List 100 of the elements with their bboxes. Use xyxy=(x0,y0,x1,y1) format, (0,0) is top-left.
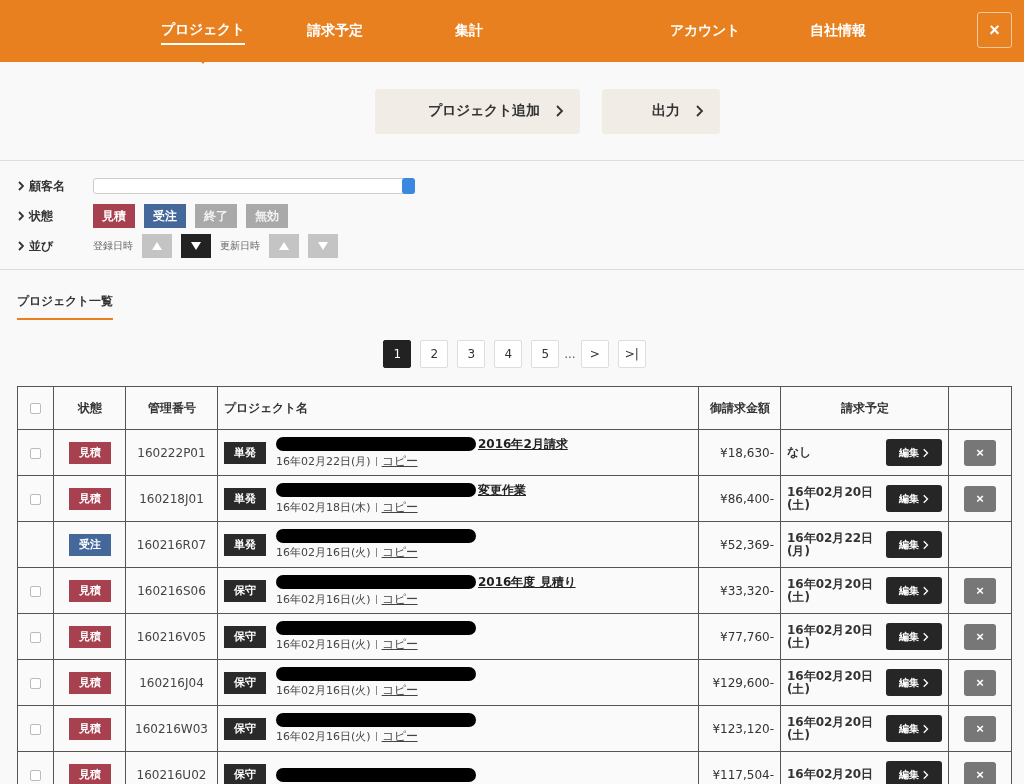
copy-link[interactable]: コピー xyxy=(381,728,418,745)
billing-date: 16年02月20日(土) xyxy=(787,669,875,696)
date-text: 16年02月16日(火) xyxy=(276,637,371,652)
delete-button[interactable]: × xyxy=(964,761,996,784)
chevron-icon xyxy=(923,769,929,780)
action-button[interactable]: プロジェクト追加 xyxy=(374,88,580,134)
table-cell: 160222P01 xyxy=(137,445,206,460)
chevron-icon xyxy=(18,181,24,191)
page-button[interactable]: 4 xyxy=(494,340,523,368)
table-cell: ¥86,400- xyxy=(720,491,774,506)
column-header: 管理番号 xyxy=(147,400,196,415)
date-text: 16年02月16日(火) xyxy=(276,545,371,560)
type-badge: 単発 xyxy=(224,487,266,510)
chevron-icon xyxy=(18,211,24,221)
billing-date: 16年02月22日(月) xyxy=(787,531,875,558)
billing-date: 16年02月20日(土) xyxy=(787,577,875,604)
row-checkbox[interactable] xyxy=(30,769,41,781)
table-cell: ¥123,120- xyxy=(712,721,774,736)
status-badge: 見積 xyxy=(68,579,111,602)
delete-button[interactable]: × xyxy=(964,485,996,512)
copy-link[interactable]: コピー xyxy=(381,682,418,699)
edit-button[interactable]: 編集 xyxy=(886,623,942,650)
chevron-icon xyxy=(923,539,929,550)
status-badge: 見積 xyxy=(68,763,111,784)
triangle-up-icon xyxy=(279,242,289,250)
project-link[interactable]: 2016年度 見積り xyxy=(478,573,576,591)
table-cell: 160216U02 xyxy=(136,767,207,782)
copy-link[interactable]: コピー xyxy=(381,452,418,470)
delete-button[interactable]: × xyxy=(964,439,996,466)
column-header: 御請求金額 xyxy=(709,400,770,415)
date-text: 16年02月16日(火) xyxy=(276,683,371,698)
row-checkbox[interactable] xyxy=(30,585,41,597)
next-page-button[interactable]: > xyxy=(580,340,609,368)
billing-date: 16年02月20日(土) xyxy=(787,485,875,512)
row-checkbox[interactable] xyxy=(30,723,41,735)
edit-button[interactable]: 編集 xyxy=(886,577,942,604)
status-badge: 受注 xyxy=(68,533,111,556)
type-badge: 保守 xyxy=(224,717,266,740)
date-text: 16年02月16日(火) xyxy=(276,729,371,744)
table-cell: 160216S06 xyxy=(137,583,206,598)
status-badge: 見積 xyxy=(68,717,111,740)
delete-button[interactable]: × xyxy=(964,623,996,650)
edit-button[interactable]: 編集 xyxy=(886,715,942,742)
billing-date: なし xyxy=(787,446,812,459)
edit-button[interactable]: 編集 xyxy=(886,761,942,784)
triangle-up-icon xyxy=(152,242,162,250)
table-cell: ¥33,320- xyxy=(720,583,774,598)
edit-button[interactable]: 編集 xyxy=(886,439,942,466)
chevron-icon xyxy=(923,631,929,642)
delete-button[interactable]: × xyxy=(964,715,996,742)
table-cell: 160218J01 xyxy=(139,491,204,506)
row-checkbox[interactable] xyxy=(30,631,41,643)
page-button[interactable]: 2 xyxy=(420,340,449,368)
status-badge: 見積 xyxy=(68,625,111,648)
billing-date: 16年02月20日(土) xyxy=(787,623,875,650)
status-filter-button[interactable]: 見積 xyxy=(93,204,135,228)
sort-button[interactable] xyxy=(181,234,211,258)
column-header: 状態 xyxy=(77,400,102,415)
table-cell: ¥18,630- xyxy=(720,445,774,460)
filter-label: 顧客名 xyxy=(29,177,66,195)
date-text: 16年02月22日(月) xyxy=(276,453,371,469)
copy-link[interactable]: コピー xyxy=(381,498,418,516)
table-cell: 160216J04 xyxy=(139,675,204,690)
chevron-icon xyxy=(923,677,929,688)
copy-link[interactable]: コピー xyxy=(381,636,418,653)
edit-button[interactable]: 編集 xyxy=(886,531,942,558)
chevron-icon xyxy=(923,585,929,596)
delete-button[interactable]: × xyxy=(964,577,996,604)
filter-label: 状態 xyxy=(29,207,54,225)
chevron-icon xyxy=(923,493,929,504)
sort-label: 更新日時 xyxy=(220,239,260,253)
triangle-down-icon xyxy=(191,242,201,250)
date-text: 16年02月18日(木) xyxy=(276,499,371,515)
project-link[interactable]: 2016年2月請求 xyxy=(478,435,568,453)
status-filter-button[interactable]: 受注 xyxy=(144,204,186,228)
customer-select[interactable] xyxy=(93,178,415,194)
last-page-button[interactable]: >| xyxy=(617,340,646,368)
action-button[interactable]: 出力 xyxy=(601,88,720,134)
page-button[interactable]: 1 xyxy=(383,340,412,368)
page-button[interactable]: 3 xyxy=(457,340,486,368)
table-cell: 160216R07 xyxy=(136,537,207,552)
chevron-icon xyxy=(18,241,24,251)
billing-date: 16年02月20日(土) xyxy=(787,715,875,742)
edit-button[interactable]: 編集 xyxy=(886,669,942,696)
row-checkbox[interactable] xyxy=(30,677,41,689)
copy-link[interactable]: コピー xyxy=(381,590,418,608)
status-badge: 見積 xyxy=(68,671,111,694)
row-checkbox[interactable] xyxy=(30,493,41,505)
pagination-ellipsis: ... xyxy=(564,347,576,361)
page-button[interactable]: 5 xyxy=(531,340,560,368)
table-cell: ¥52,369- xyxy=(720,537,774,552)
project-link[interactable]: 変更作業 xyxy=(478,481,526,499)
table-cell: ¥77,760- xyxy=(720,629,774,644)
row-checkbox[interactable] xyxy=(30,447,41,459)
type-badge: 保守 xyxy=(224,763,266,784)
edit-button[interactable]: 編集 xyxy=(886,485,942,512)
select-all-checkbox[interactable] xyxy=(30,403,41,414)
delete-button[interactable]: × xyxy=(964,669,996,696)
copy-link[interactable]: コピー xyxy=(381,544,418,561)
billing-date: 16年02月20日 xyxy=(787,768,875,781)
